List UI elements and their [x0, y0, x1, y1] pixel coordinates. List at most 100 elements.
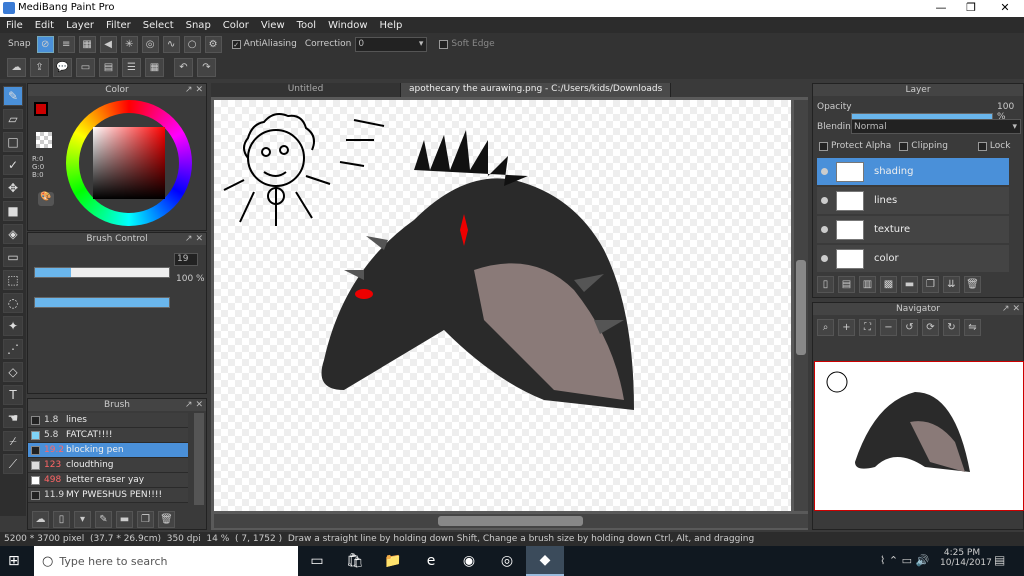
lasso-icon[interactable]: ◌ — [3, 293, 23, 313]
menu-color[interactable]: Color — [217, 20, 255, 31]
clipping-checkbox[interactable] — [899, 141, 909, 151]
hand-tool-icon[interactable]: ☚ — [3, 408, 23, 428]
transparent-color-swatch[interactable] — [36, 132, 52, 148]
snap-grid-icon[interactable]: ▦ — [78, 35, 96, 53]
brush-delete-icon[interactable]: 🗑 — [158, 511, 175, 528]
blending-select[interactable]: Normal ▾ — [851, 119, 1021, 134]
palette-icon[interactable]: 🎨 — [38, 192, 54, 206]
new-layer-icon[interactable]: ▯ — [817, 276, 834, 293]
select-pen-icon[interactable]: ⋰ — [3, 339, 23, 359]
upload-icon[interactable]: ⇪ — [30, 57, 49, 77]
delete-layer-icon[interactable]: 🗑 — [964, 276, 981, 293]
menu-layer[interactable]: Layer — [60, 20, 100, 31]
task-view-icon[interactable]: ▭ — [298, 546, 336, 576]
panel-close-icon[interactable]: ↗ ✕ — [185, 233, 203, 245]
list-icon[interactable]: ☰ — [122, 57, 141, 77]
duplicate-layer-icon[interactable]: ❐ — [922, 276, 939, 293]
close-button[interactable]: ✕ — [990, 1, 1020, 14]
medibang-taskbar-icon[interactable]: ◆ — [526, 546, 564, 576]
divide-icon[interactable]: ⟋ — [3, 454, 23, 474]
brush-item[interactable]: 5.8 FATCAT!!!! — [28, 428, 188, 443]
eraser-tool-icon[interactable]: ▱ — [3, 109, 23, 129]
panel-close-icon[interactable]: ↗ ✕ — [1002, 303, 1020, 315]
saturation-value-square[interactable] — [93, 127, 165, 199]
bucket-tool-icon[interactable]: ◈ — [3, 224, 23, 244]
brush-size-value[interactable]: 19 — [174, 253, 198, 266]
menu-select[interactable]: Select — [137, 20, 180, 31]
brush-size-slider[interactable] — [34, 267, 170, 278]
notifications-icon[interactable]: ▤ — [994, 553, 1005, 567]
brush-tool-icon[interactable]: ✎ — [3, 86, 23, 106]
menu-snap[interactable]: Snap — [180, 20, 217, 31]
magic-wand-icon[interactable]: ✦ — [3, 316, 23, 336]
taskbar-search[interactable]: ○ Type here to search — [34, 546, 298, 576]
brush-item[interactable]: 1.8 lines — [28, 413, 188, 428]
brush-cloud-icon[interactable]: ☁ — [32, 511, 49, 528]
soft-edge-checkbox[interactable] — [439, 39, 449, 49]
select-eraser-icon[interactable]: ◇ — [3, 362, 23, 382]
layer-row-lines[interactable]: lines — [817, 187, 1009, 214]
menu-window[interactable]: Window — [322, 20, 373, 31]
drawing-canvas[interactable] — [214, 100, 791, 511]
layer-row-color[interactable]: color — [817, 245, 1009, 272]
panel-close-icon[interactable]: ↗ ✕ — [185, 399, 203, 411]
brush-item[interactable]: 11.9 MY PWESHUS PEN!!!! — [28, 488, 188, 503]
brush-opacity-slider[interactable] — [34, 297, 170, 308]
menu-file[interactable]: File — [0, 20, 29, 31]
rect-tool-icon[interactable]: □ — [3, 132, 23, 152]
text-tool-icon[interactable]: T — [3, 385, 23, 405]
correction-select[interactable]: 0 ▾ — [355, 36, 428, 52]
halftone-layer-icon[interactable]: ▩ — [880, 276, 897, 293]
fill-rect-icon[interactable]: ■ — [3, 201, 23, 221]
file-explorer-icon[interactable]: 📁 — [374, 546, 412, 576]
flip-icon[interactable]: ⇋ — [964, 319, 981, 336]
zoom-in-icon[interactable]: + — [838, 319, 855, 336]
new-layer-8bit-icon[interactable]: ▤ — [838, 276, 855, 293]
brush-new-icon[interactable]: ▯ — [53, 511, 70, 528]
select-rect-icon[interactable]: ⬚ — [3, 270, 23, 290]
snap-off-icon[interactable]: ⊘ — [36, 35, 54, 53]
brush-item[interactable]: 123 cloudthing — [28, 458, 188, 473]
redo-icon[interactable]: ↷ — [197, 57, 216, 77]
brush-add-icon[interactable]: ▾ — [74, 511, 91, 528]
tab-untitled[interactable]: Untitled — [211, 83, 401, 97]
snap-settings-icon[interactable]: ⚙ — [204, 35, 222, 53]
snap-circle-icon[interactable]: ○ — [183, 35, 201, 53]
antialiasing-checkbox[interactable]: ✓ — [231, 39, 241, 49]
edge-icon[interactable]: e — [412, 546, 450, 576]
system-tray-icons[interactable]: ⌇ ⌃ ▭ 🔊 — [880, 554, 929, 567]
menu-view[interactable]: View — [255, 20, 291, 31]
minimize-button[interactable]: — — [926, 1, 956, 14]
cloud-icon[interactable]: ☁ — [7, 57, 26, 77]
gradient-tool-icon[interactable]: ▭ — [3, 247, 23, 267]
canvas-horizontal-scrollbar[interactable] — [214, 514, 808, 528]
clock[interactable]: 4:25 PM 10/14/2017 — [940, 548, 992, 568]
chrome-icon[interactable]: ◎ — [488, 546, 526, 576]
menu-tool[interactable]: Tool — [291, 20, 322, 31]
snap-radial-icon[interactable]: ✳ — [120, 35, 138, 53]
snap-concentric-icon[interactable]: ◎ — [141, 35, 159, 53]
move-tool-icon[interactable]: ✥ — [3, 178, 23, 198]
undo-icon[interactable]: ↶ — [174, 57, 193, 77]
brush-item[interactable]: 19.2 blocking pen — [28, 443, 188, 458]
merge-layer-icon[interactable]: ⇊ — [943, 276, 960, 293]
foreground-color-swatch[interactable] — [34, 102, 48, 116]
layer-row-texture[interactable]: texture — [817, 216, 1009, 243]
menu-filter[interactable]: Filter — [100, 20, 137, 31]
protect-alpha-checkbox[interactable] — [819, 141, 828, 151]
canvas-vertical-scrollbar[interactable] — [794, 100, 808, 511]
pen-tool-icon[interactable]: ✓ — [3, 155, 23, 175]
eyedropper-icon[interactable]: ⌿ — [3, 431, 23, 451]
store-icon[interactable]: 🛍 — [336, 546, 374, 576]
snap-perspective-icon[interactable]: ◀ — [99, 35, 117, 53]
navigator-preview[interactable] — [814, 361, 1024, 511]
panel-close-icon[interactable]: ↗ ✕ — [185, 84, 203, 96]
chat-icon[interactable]: ▭ — [76, 57, 95, 77]
new-layer-1bit-icon[interactable]: ▥ — [859, 276, 876, 293]
snap-parallel-icon[interactable]: ≡ — [57, 35, 75, 53]
lock-checkbox[interactable] — [977, 141, 987, 151]
rotate-left-icon[interactable]: ↺ — [901, 319, 918, 336]
tab-apothecary[interactable]: apothecary the aurawing.png - C:/Users/k… — [401, 83, 672, 97]
document-icon[interactable]: ▤ — [99, 57, 118, 77]
brush-list-scrollbar[interactable] — [194, 413, 204, 505]
